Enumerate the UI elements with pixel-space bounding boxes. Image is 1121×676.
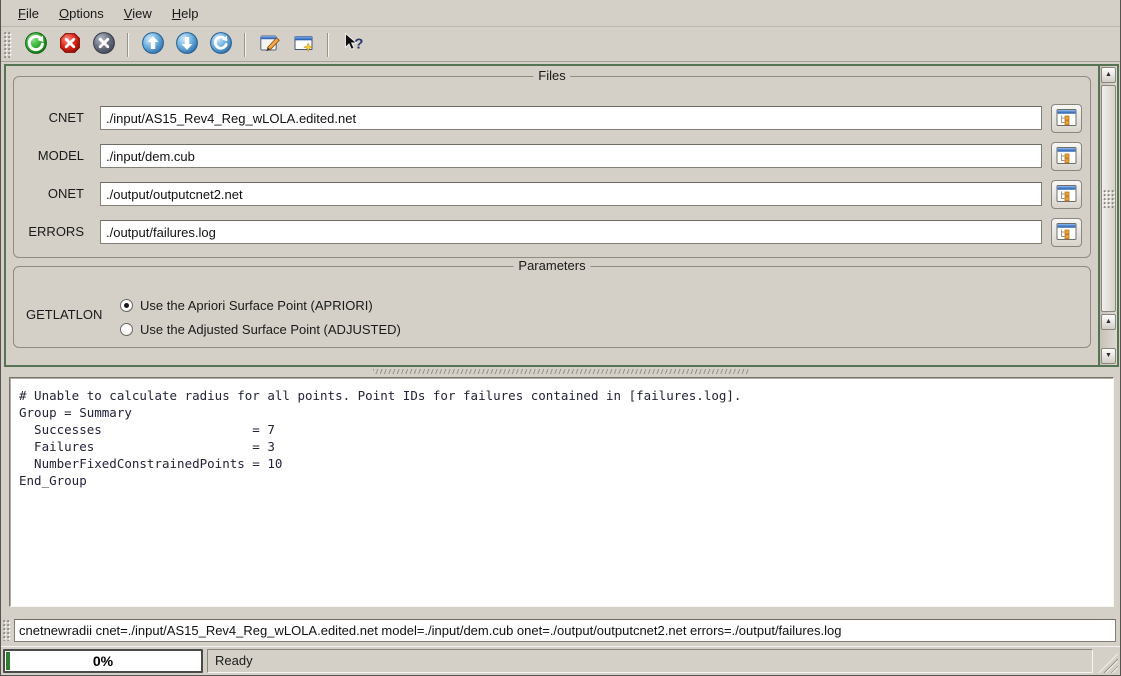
onet-browse-button[interactable] bbox=[1051, 180, 1082, 209]
resize-grip[interactable] bbox=[1098, 653, 1118, 673]
history-back-button[interactable] bbox=[140, 32, 165, 57]
svg-text:?: ? bbox=[354, 36, 363, 53]
log-output-area[interactable]: # Unable to calculate radius for all poi… bbox=[9, 377, 1114, 607]
cnet-label: CNET bbox=[20, 105, 84, 131]
file-browse-icon bbox=[1056, 222, 1077, 244]
toolbar: ? bbox=[1, 28, 1120, 62]
abort-icon bbox=[92, 31, 116, 58]
file-browse-icon bbox=[1056, 184, 1077, 206]
menu-file[interactable]: File bbox=[8, 2, 49, 25]
scrollbar-up-button-2[interactable]: ▲ bbox=[1101, 314, 1116, 330]
scrollbar-up-button[interactable]: ▲ bbox=[1101, 67, 1116, 83]
radio-label: Use the Adjusted Surface Point (ADJUSTED… bbox=[140, 322, 401, 337]
radio-button[interactable] bbox=[120, 323, 133, 336]
errors-field-row: ERRORS bbox=[14, 219, 1090, 247]
getlatlon-label: GETLATLON bbox=[26, 307, 102, 322]
parameters-groupbox-title: Parameters bbox=[513, 258, 590, 273]
menu-bar: File Options View Help bbox=[1, 0, 1120, 27]
status-bar: 0% Ready bbox=[1, 646, 1120, 675]
toolbar-separator bbox=[244, 33, 246, 57]
model-input[interactable] bbox=[100, 144, 1042, 168]
run-button[interactable] bbox=[23, 32, 48, 57]
triangle-up-icon: ▲ bbox=[1105, 71, 1112, 78]
scrollbar-thumb[interactable] bbox=[1101, 85, 1116, 312]
reset-button[interactable] bbox=[208, 32, 233, 57]
toolbar-separator bbox=[127, 33, 129, 57]
model-browse-button[interactable] bbox=[1051, 142, 1082, 171]
progress-bar: 0% bbox=[3, 649, 203, 673]
files-groupbox: Files CNET MODEL bbox=[13, 76, 1091, 258]
toolbar-drag-handle[interactable] bbox=[4, 32, 12, 58]
errors-label: ERRORS bbox=[20, 219, 84, 245]
scrollbar-thumb-grip bbox=[1103, 190, 1114, 208]
whats-this-icon: ? bbox=[341, 31, 365, 58]
edit-icon bbox=[258, 31, 282, 58]
files-groupbox-title: Files bbox=[533, 68, 570, 83]
menu-view[interactable]: View bbox=[114, 2, 162, 25]
whats-this-button[interactable]: ? bbox=[340, 32, 365, 57]
file-browse-icon bbox=[1056, 146, 1077, 168]
edit-log-button[interactable] bbox=[257, 32, 282, 57]
errors-input[interactable] bbox=[100, 220, 1042, 244]
status-message: Ready bbox=[207, 649, 1093, 673]
errors-browse-button[interactable] bbox=[1051, 218, 1082, 247]
arrow-down-icon bbox=[175, 31, 199, 58]
onet-label: ONET bbox=[20, 181, 84, 207]
command-line-drag-handle[interactable] bbox=[3, 620, 11, 641]
triangle-up-icon: ▲ bbox=[1105, 318, 1112, 325]
toolbar-separator bbox=[327, 33, 329, 57]
scrollbar-down-button[interactable]: ▼ bbox=[1101, 348, 1116, 364]
menu-options[interactable]: Options bbox=[49, 2, 114, 25]
parameter-scroll-area: Files CNET MODEL bbox=[4, 64, 1119, 367]
radio-label: Use the Apriori Surface Point (APRIORI) bbox=[140, 298, 373, 313]
progress-label: 0% bbox=[5, 651, 201, 671]
getlatlon-option-apriori[interactable]: Use the Apriori Surface Point (APRIORI) bbox=[120, 296, 373, 314]
log-output-text: # Unable to calculate radius for all poi… bbox=[19, 387, 1113, 489]
stop-icon bbox=[58, 31, 82, 58]
status-text: Ready bbox=[215, 653, 253, 668]
history-forward-button[interactable] bbox=[174, 32, 199, 57]
model-field-row: MODEL bbox=[14, 143, 1090, 171]
triangle-down-icon: ▼ bbox=[1105, 352, 1112, 359]
cnet-field-row: CNET bbox=[14, 105, 1090, 133]
abort-button[interactable] bbox=[91, 32, 116, 57]
getlatlon-option-adjusted[interactable]: Use the Adjusted Surface Point (ADJUSTED… bbox=[120, 320, 401, 338]
radio-button[interactable] bbox=[120, 299, 133, 312]
stop-button[interactable] bbox=[57, 32, 82, 57]
file-browse-icon bbox=[1056, 108, 1077, 130]
run-icon bbox=[24, 31, 48, 58]
application-window: File Options View Help bbox=[0, 0, 1121, 676]
new-window-icon bbox=[292, 31, 316, 58]
redo-icon bbox=[209, 31, 233, 58]
new-window-button[interactable] bbox=[291, 32, 316, 57]
cnet-input[interactable] bbox=[100, 106, 1042, 130]
onet-field-row: ONET bbox=[14, 181, 1090, 209]
model-label: MODEL bbox=[20, 143, 84, 169]
parameters-groupbox: Parameters GETLATLON Use the Apriori Sur… bbox=[13, 266, 1091, 348]
arrow-up-icon bbox=[141, 31, 165, 58]
menu-help[interactable]: Help bbox=[162, 2, 209, 25]
splitter-handle[interactable] bbox=[373, 369, 749, 374]
command-line-input[interactable] bbox=[14, 619, 1116, 642]
vertical-scrollbar[interactable]: ▲ ▲ ▼ bbox=[1098, 66, 1117, 365]
cnet-browse-button[interactable] bbox=[1051, 104, 1082, 133]
onet-input[interactable] bbox=[100, 182, 1042, 206]
